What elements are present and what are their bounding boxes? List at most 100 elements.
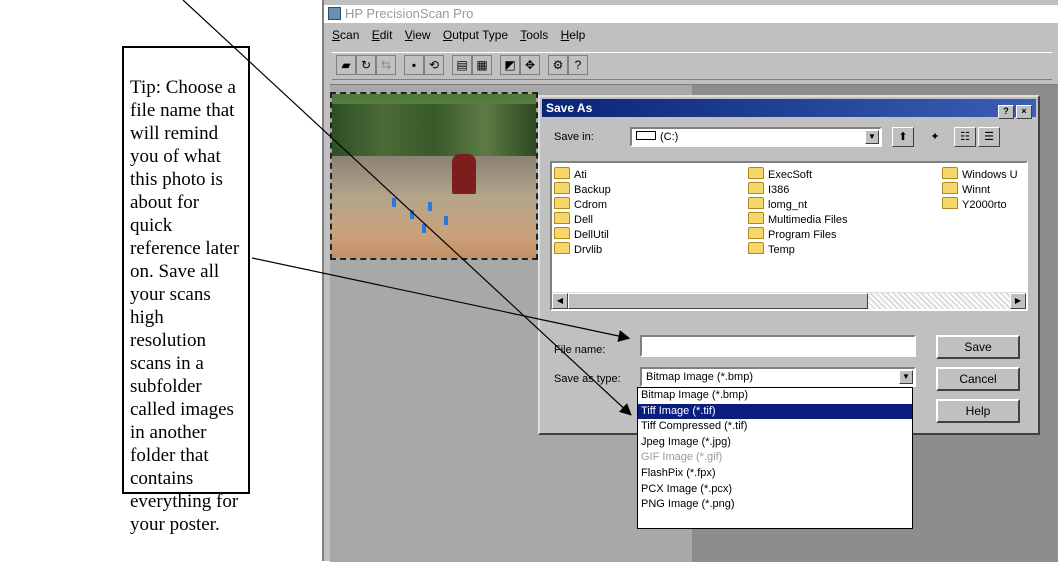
photo-trees	[332, 104, 536, 159]
save-button[interactable]: Save	[936, 335, 1020, 359]
up-folder-icon[interactable]: ⬆	[892, 127, 914, 147]
file-type-dropdown[interactable]: Bitmap Image (*.bmp) Tiff Image (*.tif) …	[637, 387, 913, 529]
file-name-label: File name:	[554, 344, 606, 356]
list-item[interactable]: Temp	[748, 242, 795, 257]
photo-flag	[422, 224, 426, 233]
copy-icon[interactable]: ⇆	[376, 55, 396, 75]
list-item[interactable]: Drvlib	[554, 242, 602, 257]
list-item[interactable]: ExecSoft	[748, 167, 812, 182]
type-option-gif: GIF Image (*.gif)	[641, 451, 723, 464]
folder-icon	[942, 182, 958, 194]
list-item[interactable]: Program Files	[748, 227, 836, 242]
type-option-tif[interactable]: Tiff Image (*.tif)	[638, 403, 912, 420]
type-option-tif-compressed[interactable]: Tiff Compressed (*.tif)	[638, 419, 912, 435]
scroll-thumb[interactable]	[568, 293, 868, 309]
details-view-icon[interactable]: ☰	[978, 127, 1000, 147]
scroll-left-icon[interactable]: ◀	[552, 293, 568, 309]
new-folder-icon[interactable]: ✦	[924, 127, 946, 147]
file-name-input[interactable]	[640, 335, 916, 357]
dialog-help-button[interactable]: ?	[998, 105, 1014, 119]
folder-icon	[748, 242, 764, 254]
tip-callout: Tip: Choose a file name that will remind…	[122, 46, 250, 535]
list-item[interactable]: Ati	[554, 167, 587, 182]
send-icon[interactable]: ▤	[452, 55, 472, 75]
save-as-type-select[interactable]: Bitmap Image (*.bmp) ▼	[640, 367, 916, 387]
app-title-bar: HP PrecisionScan Pro	[324, 5, 1058, 23]
folder-icon	[748, 212, 764, 224]
scroll-right-icon[interactable]: ▶	[1010, 293, 1026, 309]
save-icon[interactable]: ▪	[404, 55, 424, 75]
type-option-pcx[interactable]: PCX Image (*.pcx)	[638, 482, 912, 498]
menu-help[interactable]: Help	[561, 28, 586, 42]
save-as-type-value: Bitmap Image (*.bmp)	[646, 371, 753, 383]
menu-bar: Scan Edit View Output Type Tools Help	[332, 28, 594, 46]
dialog-title: Save As	[546, 101, 593, 115]
move-icon[interactable]: ✥	[520, 55, 540, 75]
cancel-button[interactable]: Cancel	[936, 367, 1020, 391]
rotate-icon[interactable]: ⟲	[424, 55, 444, 75]
toolbar: ▰ ↻ ⇆ ▪ ⟲ ▤ ▦ ◩ ✥ ⚙ ?	[332, 52, 1052, 80]
folder-icon	[554, 167, 570, 179]
save-in-label: Save in:	[554, 131, 594, 143]
folder-icon	[942, 167, 958, 179]
photo-flag	[410, 210, 414, 219]
app-icon	[328, 7, 341, 20]
save-in-combo[interactable]: (C:) ▼	[630, 127, 882, 147]
type-option-bmp[interactable]: Bitmap Image (*.bmp)	[638, 388, 912, 404]
folder-icon	[554, 182, 570, 194]
menu-scan[interactable]: Scan	[332, 28, 359, 42]
photo-ground	[332, 156, 536, 258]
type-option-fpx[interactable]: FlashPix (*.fpx)	[638, 466, 912, 482]
scanned-photo-preview[interactable]	[330, 92, 538, 260]
context-help-icon[interactable]: ?	[568, 55, 588, 75]
list-item[interactable]: lomg_nt	[748, 197, 807, 212]
horizontal-scrollbar[interactable]: ◀ ▶	[552, 292, 1026, 309]
folder-icon	[748, 227, 764, 239]
list-item[interactable]: I386	[748, 182, 789, 197]
tip-text: Tip: Choose a file name that will remind…	[130, 77, 240, 535]
menu-tools[interactable]: Tools	[520, 28, 548, 42]
save-in-value: (C:)	[660, 131, 679, 143]
list-item[interactable]: Cdrom	[554, 197, 607, 212]
list-view-icon[interactable]: ☷	[954, 127, 976, 147]
photo-flag	[444, 216, 448, 225]
folder-icon	[554, 242, 570, 254]
type-option-jpg[interactable]: Jpeg Image (*.jpg)	[638, 435, 912, 451]
folder-icon	[554, 197, 570, 209]
menu-output-type[interactable]: Output Type	[443, 28, 508, 42]
photo-person	[452, 154, 476, 194]
list-item[interactable]: Backup	[554, 182, 611, 197]
resize-icon[interactable]: ◩	[500, 55, 520, 75]
list-item[interactable]: Y2000rto	[942, 197, 1007, 212]
menu-edit[interactable]: Edit	[372, 28, 393, 42]
save-as-dialog: Save As ? × Save in: (C:) ▼ ⬆ ✦ ☷ ☰ Ati B…	[538, 95, 1040, 435]
folder-icon	[554, 212, 570, 224]
help-button[interactable]: Help	[936, 399, 1020, 423]
chevron-down-icon[interactable]: ▼	[865, 130, 879, 144]
list-item[interactable]: Dell	[554, 212, 593, 227]
folder-icon	[554, 227, 570, 239]
list-item[interactable]: Multimedia Files	[748, 212, 847, 227]
print-icon[interactable]: ▦	[472, 55, 492, 75]
settings-icon[interactable]: ⚙	[548, 55, 568, 75]
list-item[interactable]: Windows U	[942, 167, 1018, 182]
app-title: HP PrecisionScan Pro	[345, 6, 474, 21]
list-item[interactable]: Winnt	[942, 182, 990, 197]
type-option-png[interactable]: PNG Image (*.png)	[638, 497, 912, 513]
dialog-title-bar: Save As ? ×	[542, 99, 1036, 119]
file-list[interactable]: Ati Backup Cdrom Dell DellUtil Drvlib Ex…	[550, 161, 1028, 311]
dialog-close-button[interactable]: ×	[1016, 105, 1032, 119]
rescan-icon[interactable]: ↻	[356, 55, 376, 75]
scan-icon[interactable]: ▰	[336, 55, 356, 75]
chevron-down-icon[interactable]: ▼	[899, 370, 913, 384]
folder-icon	[748, 197, 764, 209]
list-item[interactable]: DellUtil	[554, 227, 609, 242]
save-as-type-label: Save as type:	[554, 373, 621, 385]
folder-icon	[942, 197, 958, 209]
drive-icon	[636, 131, 656, 140]
menu-view[interactable]: View	[405, 28, 431, 42]
folder-icon	[748, 167, 764, 179]
photo-flag	[392, 198, 396, 207]
scroll-track[interactable]	[868, 293, 1010, 309]
photo-flag	[428, 202, 432, 211]
